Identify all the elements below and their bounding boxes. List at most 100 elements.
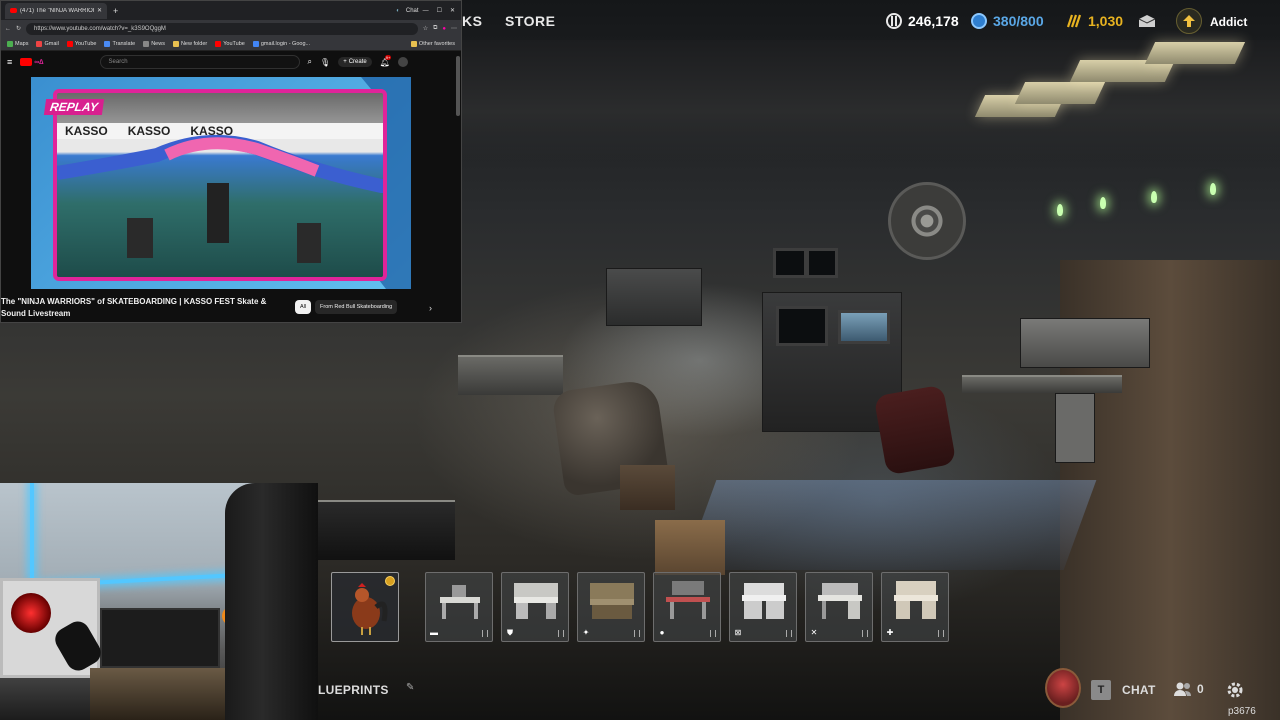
battle-tokens[interactable]: 380/800: [971, 10, 1044, 32]
battle-tokens-value: 380/800: [993, 13, 1044, 29]
youtube-header: ≡ ∞∆ Search ⌕ 🎙︎ + Create 🔔︎ 9+: [1, 51, 461, 73]
slot-type-icon: ✦: [582, 628, 590, 637]
minimize-icon[interactable]: —: [423, 8, 429, 14]
workbench-slot-2[interactable]: ⛊: [501, 572, 569, 642]
workbench-icon: [742, 583, 786, 619]
google-icon: [252, 40, 259, 47]
bookmark-gmail-login[interactable]: gmail.login - Goog...: [252, 40, 310, 47]
url-text: https://www.youtube.com/watch?v=_k3S9OQg…: [34, 25, 166, 32]
bookmark-youtube[interactable]: YouTube: [66, 40, 96, 47]
hamburger-menu-icon[interactable]: ≡: [7, 57, 12, 67]
player-title: Addict: [1210, 15, 1248, 29]
cod-points[interactable]: 246,178: [886, 10, 959, 32]
search-placeholder: Search: [108, 59, 128, 65]
rarity-bars: [634, 630, 640, 637]
workbench-slot-6[interactable]: ✕: [805, 572, 873, 642]
wooden-crate: [655, 520, 725, 575]
gold-currency[interactable]: 1,030: [1066, 10, 1123, 32]
party-button[interactable]: 0: [1173, 681, 1204, 697]
bookmark-news[interactable]: News: [143, 40, 165, 47]
rooster-slot[interactable]: [331, 572, 399, 642]
ramp-pillar: [207, 183, 229, 243]
create-button[interactable]: + Create: [338, 57, 372, 67]
video-title[interactable]: The "NINJA WARRIORS" of SKATEBOARDING | …: [1, 296, 291, 320]
workbench-slot-1[interactable]: ▬: [425, 572, 493, 642]
favorite-star-icon[interactable]: ☆: [423, 25, 428, 32]
workbench: [458, 355, 563, 395]
slot-type-icon: ⊠: [734, 628, 742, 637]
chat-key-hint: T: [1091, 680, 1111, 700]
account-avatar[interactable]: [397, 57, 408, 67]
mail-icon: [1138, 15, 1156, 27]
blueprints-tab[interactable]: LUEPRINTS: [318, 683, 389, 697]
slot-type-icon: ●: [659, 628, 665, 637]
hanging-light: [1210, 183, 1216, 195]
replay-label: REPLAY: [43, 99, 104, 115]
slot-type-icon: ✕: [810, 628, 818, 637]
rooster-icon: [352, 583, 388, 635]
skylight: [1144, 42, 1246, 64]
profile-icon[interactable]: ●: [442, 26, 446, 32]
settings-button[interactable]: [1225, 680, 1245, 705]
scrollbar-thumb[interactable]: [456, 56, 460, 116]
chips-next-icon[interactable]: ›: [429, 303, 432, 313]
bookmark-new-folder[interactable]: New folder: [172, 40, 207, 47]
nav-tab-partial[interactable]: KS: [462, 13, 482, 29]
party-icon: [1174, 682, 1191, 696]
browser-window: (471) The "NINJA WARRIORS" ✕ + ◐ Chat — …: [0, 0, 462, 323]
bookmark-maps[interactable]: Maps: [7, 40, 28, 47]
crt-monitor-on: [838, 310, 890, 344]
chip-all[interactable]: All: [295, 300, 312, 314]
edge-sidebar-icon[interactable]: ◐: [396, 8, 400, 14]
video-frame: KASSO KASSO KASSO: [53, 89, 387, 281]
skylight: [1014, 82, 1106, 104]
bookmark-gmail[interactable]: Gmail: [36, 40, 59, 47]
menu-dots-icon[interactable]: ⋯: [451, 25, 457, 32]
youtube-logo[interactable]: ∞∆: [20, 58, 44, 66]
workbench-icon: [590, 583, 634, 619]
tab-close-icon[interactable]: ✕: [97, 7, 102, 14]
browser-titlebar: (471) The "NINJA WARRIORS" ✕ + ◐ Chat — …: [1, 1, 461, 20]
prestige-arrow-icon: [1183, 15, 1195, 27]
username: p3676: [1228, 706, 1256, 717]
surgical-lamp: [888, 182, 966, 260]
ramp-pillar: [127, 218, 153, 258]
bookmark-translate[interactable]: Translate: [104, 40, 135, 47]
workbench-slot-3[interactable]: ✦: [577, 572, 645, 642]
other-favorites[interactable]: Other favorites: [410, 40, 455, 47]
notifications-icon[interactable]: 🔔︎ 9+: [380, 54, 392, 67]
chip-from-channel[interactable]: From Red Bull Skateboarding: [315, 300, 398, 314]
workbench-slot-4[interactable]: ●: [653, 572, 721, 642]
player-avatar[interactable]: [1045, 668, 1081, 708]
extensions-icon[interactable]: ⧉: [433, 25, 437, 32]
workbench-slot-5[interactable]: ⊠: [729, 572, 797, 642]
back-icon[interactable]: ←: [5, 26, 11, 32]
level-badge[interactable]: [1176, 8, 1202, 34]
url-field[interactable]: https://www.youtube.com/watch?v=_k3S9OQg…: [26, 22, 418, 35]
workbench-slot-7[interactable]: ✚: [881, 572, 949, 642]
refresh-icon[interactable]: ↻: [16, 25, 21, 32]
game-top-bar: KS STORE 246,178 380/800 1,030 Addict: [462, 0, 1280, 42]
gmail-icon: [36, 40, 43, 47]
desk-monitor: [100, 608, 220, 668]
nav-tab-store[interactable]: STORE: [505, 13, 555, 29]
pencil-icon[interactable]: ✎: [406, 682, 414, 693]
maximize-icon[interactable]: ☐: [437, 7, 442, 14]
mail-button[interactable]: [1136, 12, 1158, 30]
floor-light-patch: [683, 480, 1097, 570]
new-tab-button[interactable]: +: [113, 6, 118, 16]
chat-button[interactable]: CHAT: [1122, 683, 1156, 697]
youtube-search-input[interactable]: Search: [99, 55, 300, 69]
hanging-light: [1057, 204, 1063, 216]
workbench-icon: [894, 581, 938, 619]
ramp-pillar: [297, 223, 321, 263]
search-icon[interactable]: ⌕: [308, 57, 312, 67]
chat-button[interactable]: Chat: [406, 8, 419, 14]
window-close-icon[interactable]: ✕: [450, 7, 455, 14]
youtube-icon: [10, 8, 17, 13]
video-player[interactable]: KASSO KASSO KASSO REPLAY: [31, 77, 411, 289]
bookmark-youtube-2[interactable]: YouTube: [215, 40, 245, 47]
rarity-bars: [938, 630, 944, 637]
microphone-icon[interactable]: 🎙︎: [320, 58, 330, 67]
browser-tab[interactable]: (471) The "NINJA WARRIORS" ✕: [5, 2, 107, 19]
